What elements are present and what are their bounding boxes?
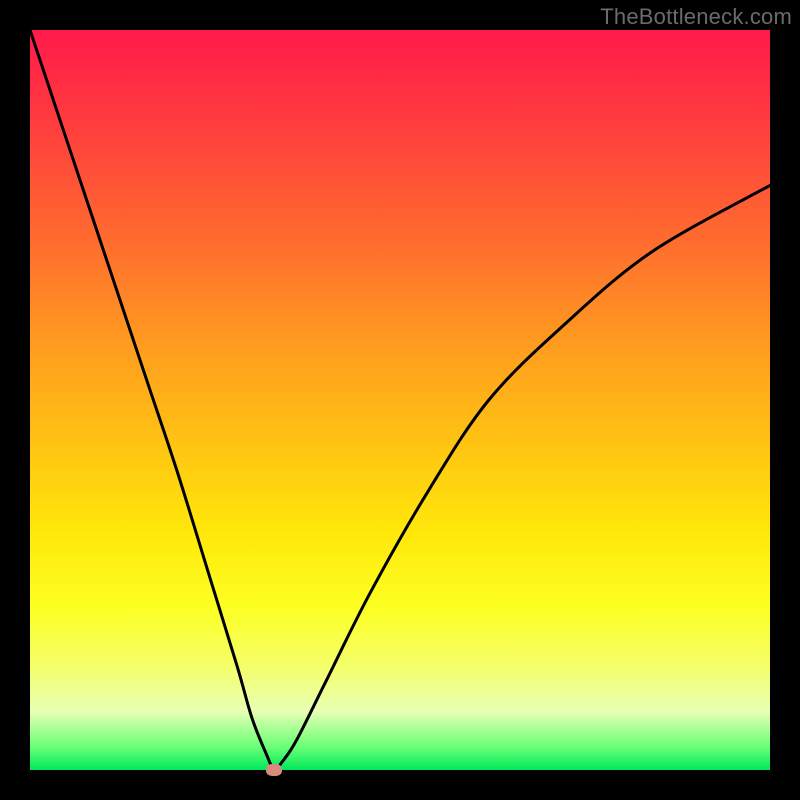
bottleneck-curve xyxy=(30,30,770,770)
plot-area xyxy=(30,30,770,770)
watermark-text: TheBottleneck.com xyxy=(600,4,792,30)
chart-frame: TheBottleneck.com xyxy=(0,0,800,800)
optimal-point-marker xyxy=(266,764,282,776)
